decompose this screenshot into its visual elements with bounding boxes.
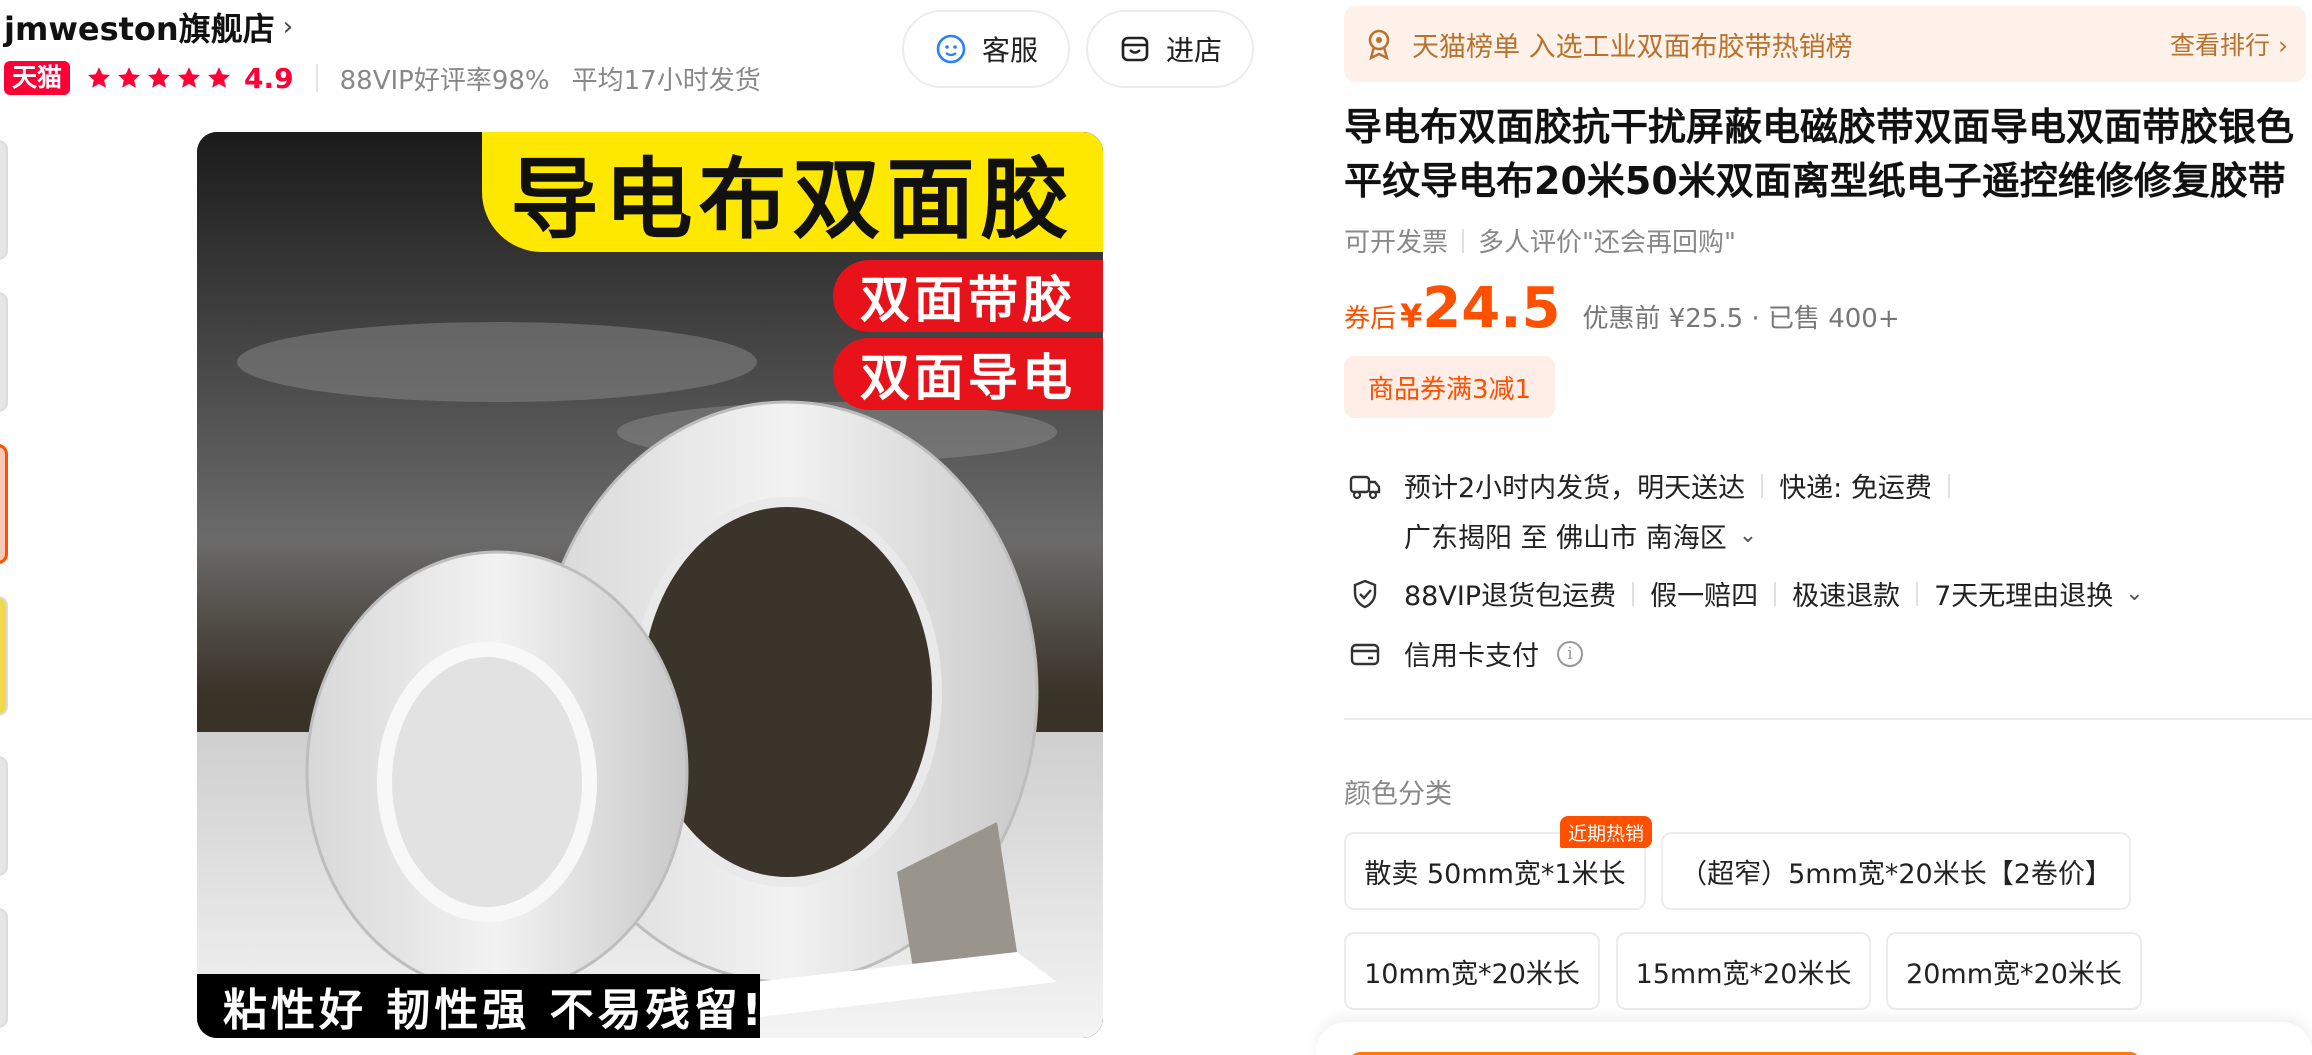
delivery-eta: 预计2小时内发货，明天送达 [1404,473,1746,504]
hot-sale-badge: 近期热销 [1560,816,1653,848]
shop-name: jmweston旗舰店 [4,10,275,48]
shop-rating: 4.9 [244,61,294,95]
star-icon [208,67,230,88]
divider [1632,581,1635,606]
thumbnail[interactable] [0,908,8,1028]
thumbnail[interactable] [0,756,8,876]
truck-icon-wrap [1348,469,1386,503]
thumbnail[interactable] [0,292,8,412]
service-fast-refund: 极速退款 [1792,581,1901,612]
divider [1947,473,1950,498]
customer-service-icon [936,34,966,64]
delivery-row: 预计2小时内发货，明天送达 快递: 免运费 [1348,466,1966,505]
sku-option[interactable]: 10mm宽*20米长 [1344,932,1600,1010]
review-summary[interactable]: 多人评价"还会再回购" [1478,222,1736,259]
tmall-badge: 天猫 [4,61,71,95]
product-sub-info: 可开发票 多人评价"还会再回购" [1344,222,1736,259]
divider [1774,581,1777,606]
chevron-down-icon: ⌄ [1738,523,1758,548]
star-icon [178,67,200,88]
star-rating [86,65,232,91]
award-medal-icon [1368,29,1390,61]
credit-card-icon [1350,643,1380,665]
payment-method: 信用卡支付 [1404,641,1539,672]
chevron-right-icon: › [282,12,294,42]
thumbnail-active[interactable] [0,444,8,564]
customer-service-button[interactable]: 客服 [902,10,1070,88]
star-icon [88,67,110,88]
price-currency: ¥ [1400,297,1423,335]
shield-hand-icon [1353,579,1377,608]
customer-service-label: 客服 [981,34,1038,67]
info-icon[interactable]: i [1557,640,1583,667]
shop-meta: 天猫 4.9 88VIP好评率98% 平均17小时发货 [4,58,783,98]
payment-row: 信用卡支付 i [1348,634,1583,673]
thumbnail[interactable] [0,140,8,260]
sku-option[interactable]: （超窄）5mm宽*20米长【2卷价】 [1661,832,2131,910]
thumbnail[interactable] [0,596,8,716]
shop-stat-shipping: 平均17小时发货 [571,65,761,96]
credit-card-icon-wrap [1348,637,1386,671]
chevron-down-icon: ⌄ [2125,581,2144,606]
star-icon [148,67,170,88]
service-7-day-return: 7天无理由退换 [1934,581,2114,612]
product-title: 导电布双面胶抗干扰屏蔽电磁胶带双面导电双面带胶银色平纹导电布20米50米双面离型… [1344,105,2295,203]
divider [315,64,318,92]
enter-store-label: 进店 [1165,34,1222,67]
sku-option[interactable]: 15mm宽*20米长 [1616,932,1871,1010]
delivery-location-selector[interactable]: 广东揭阳 至 佛山市 南海区 ⌄ [1404,516,1757,555]
store-icon [1121,36,1149,62]
section-divider [1344,718,2312,720]
coupon-badge[interactable]: 商品券满3减1 [1344,356,1556,418]
image-bottom-caption: 粘性好 韧性强 不易残留! [197,974,762,1038]
view-ranking-link[interactable]: 查看排行 › [2170,26,2288,62]
ranking-banner[interactable]: 天猫榜单 入选工业双面布胶带热销榜 查看排行 › [1344,6,2306,82]
divider [1462,228,1465,253]
price-value: 24.5 [1422,276,1561,341]
price-note: 优惠前 ¥25.5 · 已售 400+ [1582,304,1900,334]
price-prefix: 券后 [1344,304,1397,334]
sku-section-label: 颜色分类 [1344,779,1452,810]
bottom-action-panel [1316,1022,2312,1055]
image-headline: 导电布双面胶 [482,132,1103,252]
service-vip-return: 88VIP退货包运费 [1404,581,1617,612]
shop-stat-vip: 88VIP好评率98% [339,65,550,96]
price-row: 券后 ¥ 24.5 优惠前 ¥25.5 · 已售 400+ [1344,276,1900,341]
shipping-fee: 快递: 免运费 [1779,473,1932,504]
shield-hand-icon-wrap [1348,577,1386,611]
enter-store-button[interactable]: 进店 [1086,10,1254,88]
divider [1916,581,1919,606]
ranking-text: 天猫榜单 入选工业双面布胶带热销榜 [1412,31,1853,63]
truck-icon [1349,475,1381,499]
divider [1761,473,1764,498]
image-tag-double-sided: 双面带胶 [833,260,1103,332]
sku-option[interactable]: 20mm宽*20米长 [1886,932,2142,1010]
delivery-location: 广东揭阳 至 佛山市 南海区 [1404,523,1727,554]
service-fake-compensation: 假一赔四 [1650,581,1759,612]
invoice-label: 可开发票 [1344,228,1449,258]
main-product-image[interactable]: 导电布双面胶 双面带胶 双面导电 粘性好 韧性强 不易残留! [197,132,1103,1038]
star-icon [118,67,140,88]
service-guarantee-row[interactable]: 88VIP退货包运费 假一赔四 极速退款 7天无理由退换 ⌄ [1348,574,2144,613]
shop-name-link[interactable]: jmweston旗舰店 › [4,4,293,50]
image-tag-conductive: 双面导电 [833,338,1103,410]
